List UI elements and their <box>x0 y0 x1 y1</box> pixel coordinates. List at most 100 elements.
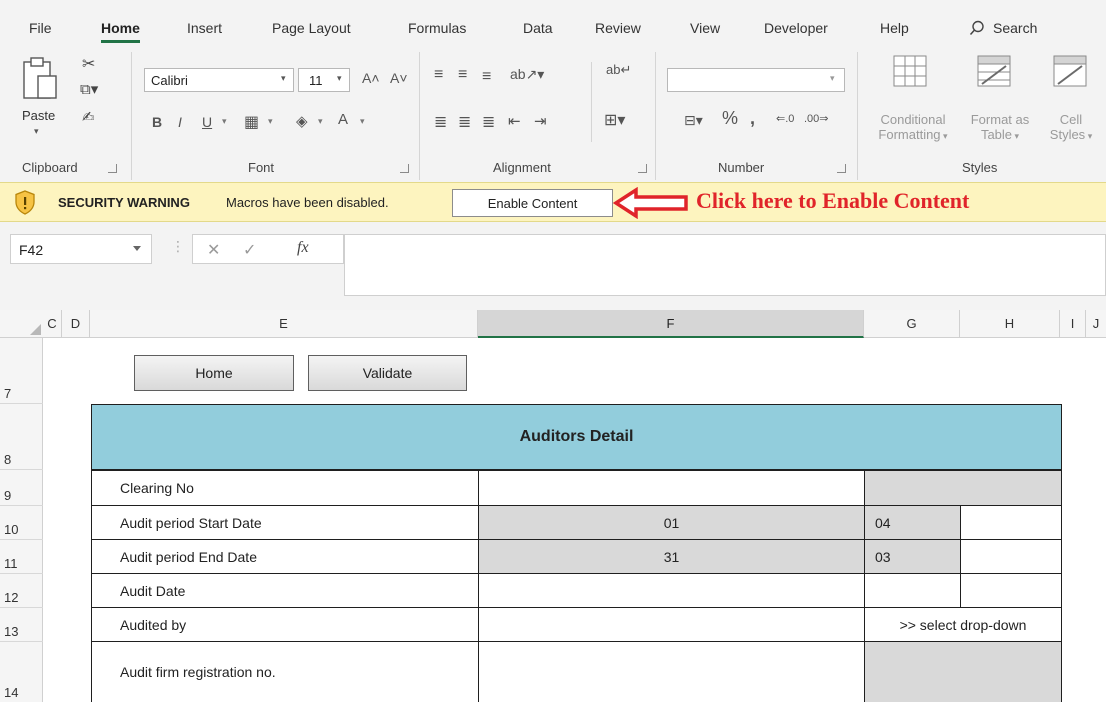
align-center-icon[interactable]: ≣ <box>458 112 471 132</box>
end-year-input[interactable] <box>960 539 1062 574</box>
tab-insert[interactable]: Insert <box>187 20 222 36</box>
chevron-down-icon[interactable]: ▾ <box>222 116 227 127</box>
chevron-down-icon[interactable]: ▾ <box>360 116 365 127</box>
decrease-decimal-icon[interactable]: .00⇒ <box>804 112 829 125</box>
wrap-text-icon[interactable]: ab↵ <box>606 62 631 78</box>
tab-file[interactable]: File <box>29 20 52 36</box>
ribbon-tab-bar: File Home Insert Page Layout Formulas Da… <box>0 0 1106 46</box>
row-header-9[interactable]: 9 <box>0 470 43 506</box>
align-middle-icon[interactable]: ≡ <box>458 66 467 84</box>
column-header-j[interactable]: J <box>1086 310 1106 338</box>
cut-icon[interactable]: ✂ <box>82 54 95 74</box>
number-format-select[interactable]: ▾ <box>667 68 845 92</box>
column-header-d[interactable]: D <box>62 310 90 338</box>
end-month-cell[interactable]: 03 <box>864 539 961 574</box>
column-header-f[interactable]: F <box>478 310 864 338</box>
font-name-value: Calibri <box>151 73 188 88</box>
font-size-select[interactable]: 11 ▾ <box>298 68 350 92</box>
number-launcher-icon[interactable] <box>837 164 846 173</box>
font-launcher-icon[interactable] <box>400 164 409 173</box>
column-header-g[interactable]: G <box>864 310 960 338</box>
copy-icon[interactable]: ⧉▾ <box>80 80 98 98</box>
font-name-select[interactable]: Calibri ▾ <box>144 68 294 92</box>
tab-page-layout[interactable]: Page Layout <box>272 20 351 36</box>
alignment-launcher-icon[interactable] <box>638 164 647 173</box>
left-arrow-icon <box>612 187 688 219</box>
tab-home[interactable]: Home <box>101 20 140 43</box>
tab-review[interactable]: Review <box>595 20 641 36</box>
clipboard-launcher-icon[interactable] <box>108 164 117 173</box>
tab-data[interactable]: Data <box>523 20 553 36</box>
tab-formulas[interactable]: Formulas <box>408 20 466 36</box>
chevron-down-icon <box>133 246 141 251</box>
row-header-12[interactable]: 12 <box>0 574 43 608</box>
format-painter-icon[interactable]: ✍ <box>82 108 95 126</box>
start-year-input[interactable] <box>960 505 1062 540</box>
column-header-h[interactable]: H <box>960 310 1060 338</box>
validate-macro-button[interactable]: Validate <box>308 355 467 391</box>
audited-by-input[interactable] <box>478 607 865 642</box>
home-macro-button[interactable]: Home <box>134 355 294 391</box>
clearing-no-input[interactable] <box>478 470 865 506</box>
orientation-icon[interactable]: ab↗▾ <box>510 66 544 83</box>
select-all-icon[interactable] <box>30 324 41 335</box>
end-day-cell[interactable]: 31 <box>478 539 865 574</box>
start-day-cell[interactable]: 01 <box>478 505 865 540</box>
underline-icon[interactable]: U <box>202 114 212 130</box>
formula-input[interactable] <box>344 234 1106 296</box>
bold-icon[interactable]: B <box>152 114 162 130</box>
row-header-8[interactable]: 8 <box>0 404 43 470</box>
align-right-icon[interactable]: ≣ <box>482 112 495 132</box>
borders-icon[interactable]: ▦ <box>244 112 259 132</box>
name-box[interactable]: F42 <box>10 234 152 264</box>
formula-buttons: ✕ ✓ fx <box>192 234 344 264</box>
accounting-format-icon[interactable]: ⊟▾ <box>684 112 703 129</box>
row-header-11[interactable]: 11 <box>0 540 43 574</box>
row-header-13[interactable]: 13 <box>0 608 43 642</box>
merge-center-icon[interactable]: ⊞▾ <box>604 110 625 130</box>
cell-styles-button[interactable]: Cell Styles ▾ <box>1040 112 1102 142</box>
column-header-c[interactable]: C <box>43 310 62 338</box>
search-box[interactable]: Search <box>969 20 1037 36</box>
percent-icon[interactable]: % <box>722 108 738 129</box>
align-bottom-icon[interactable]: ≡ <box>482 68 491 86</box>
chevron-down-icon[interactable]: ▾ <box>268 116 273 127</box>
audit-date-month-input[interactable] <box>864 573 961 608</box>
start-month-cell[interactable]: 04 <box>864 505 961 540</box>
align-top-icon[interactable]: ≡ <box>434 66 443 84</box>
audited-by-dropdown[interactable]: >> select drop-down <box>864 607 1062 642</box>
registration-no-input[interactable] <box>478 641 865 702</box>
comma-style-icon[interactable]: , <box>750 108 755 129</box>
tab-developer[interactable]: Developer <box>764 20 828 36</box>
row-header-7[interactable]: 7 <box>0 338 43 404</box>
audit-date-year-input[interactable] <box>960 573 1062 608</box>
alignment-group-label: Alignment <box>493 160 551 175</box>
clearing-no-extra-cell[interactable] <box>864 470 1062 506</box>
increase-font-icon[interactable]: A˄ <box>362 70 380 86</box>
italic-icon[interactable]: I <box>178 114 182 130</box>
decrease-font-icon[interactable]: A˅ <box>390 70 408 86</box>
column-header-i[interactable]: I <box>1060 310 1086 338</box>
audit-date-input[interactable] <box>478 573 865 608</box>
cancel-icon[interactable]: ✕ <box>207 240 220 260</box>
conditional-formatting-button[interactable]: Conditional Formatting ▾ <box>868 112 958 142</box>
enable-content-button[interactable]: Enable Content <box>452 189 613 217</box>
font-color-icon[interactable]: A <box>338 111 348 128</box>
row-header-10[interactable]: 10 <box>0 506 43 540</box>
increase-decimal-icon[interactable]: ⇐.0 <box>776 112 794 125</box>
tab-view[interactable]: View <box>690 20 720 36</box>
align-left-icon[interactable]: ≣ <box>434 112 447 132</box>
format-as-table-button[interactable]: Format as Table ▾ <box>966 112 1034 142</box>
fill-color-icon[interactable]: ◈ <box>296 112 308 130</box>
row-header-14[interactable]: 14 <box>0 642 43 702</box>
registration-no-extra-cell[interactable] <box>864 641 1062 702</box>
decrease-indent-icon[interactable]: ⇤ <box>508 112 521 130</box>
increase-indent-icon[interactable]: ⇥ <box>534 112 547 130</box>
confirm-icon[interactable]: ✓ <box>243 240 256 260</box>
chevron-down-icon[interactable]: ▾ <box>318 116 323 127</box>
security-warning-bar: SECURITY WARNING Macros have been disabl… <box>0 182 1106 222</box>
tab-help[interactable]: Help <box>880 20 909 36</box>
insert-function-icon[interactable]: fx <box>297 239 309 257</box>
column-header-e[interactable]: E <box>90 310 478 338</box>
paste-button[interactable]: Paste ▾ <box>18 56 62 136</box>
